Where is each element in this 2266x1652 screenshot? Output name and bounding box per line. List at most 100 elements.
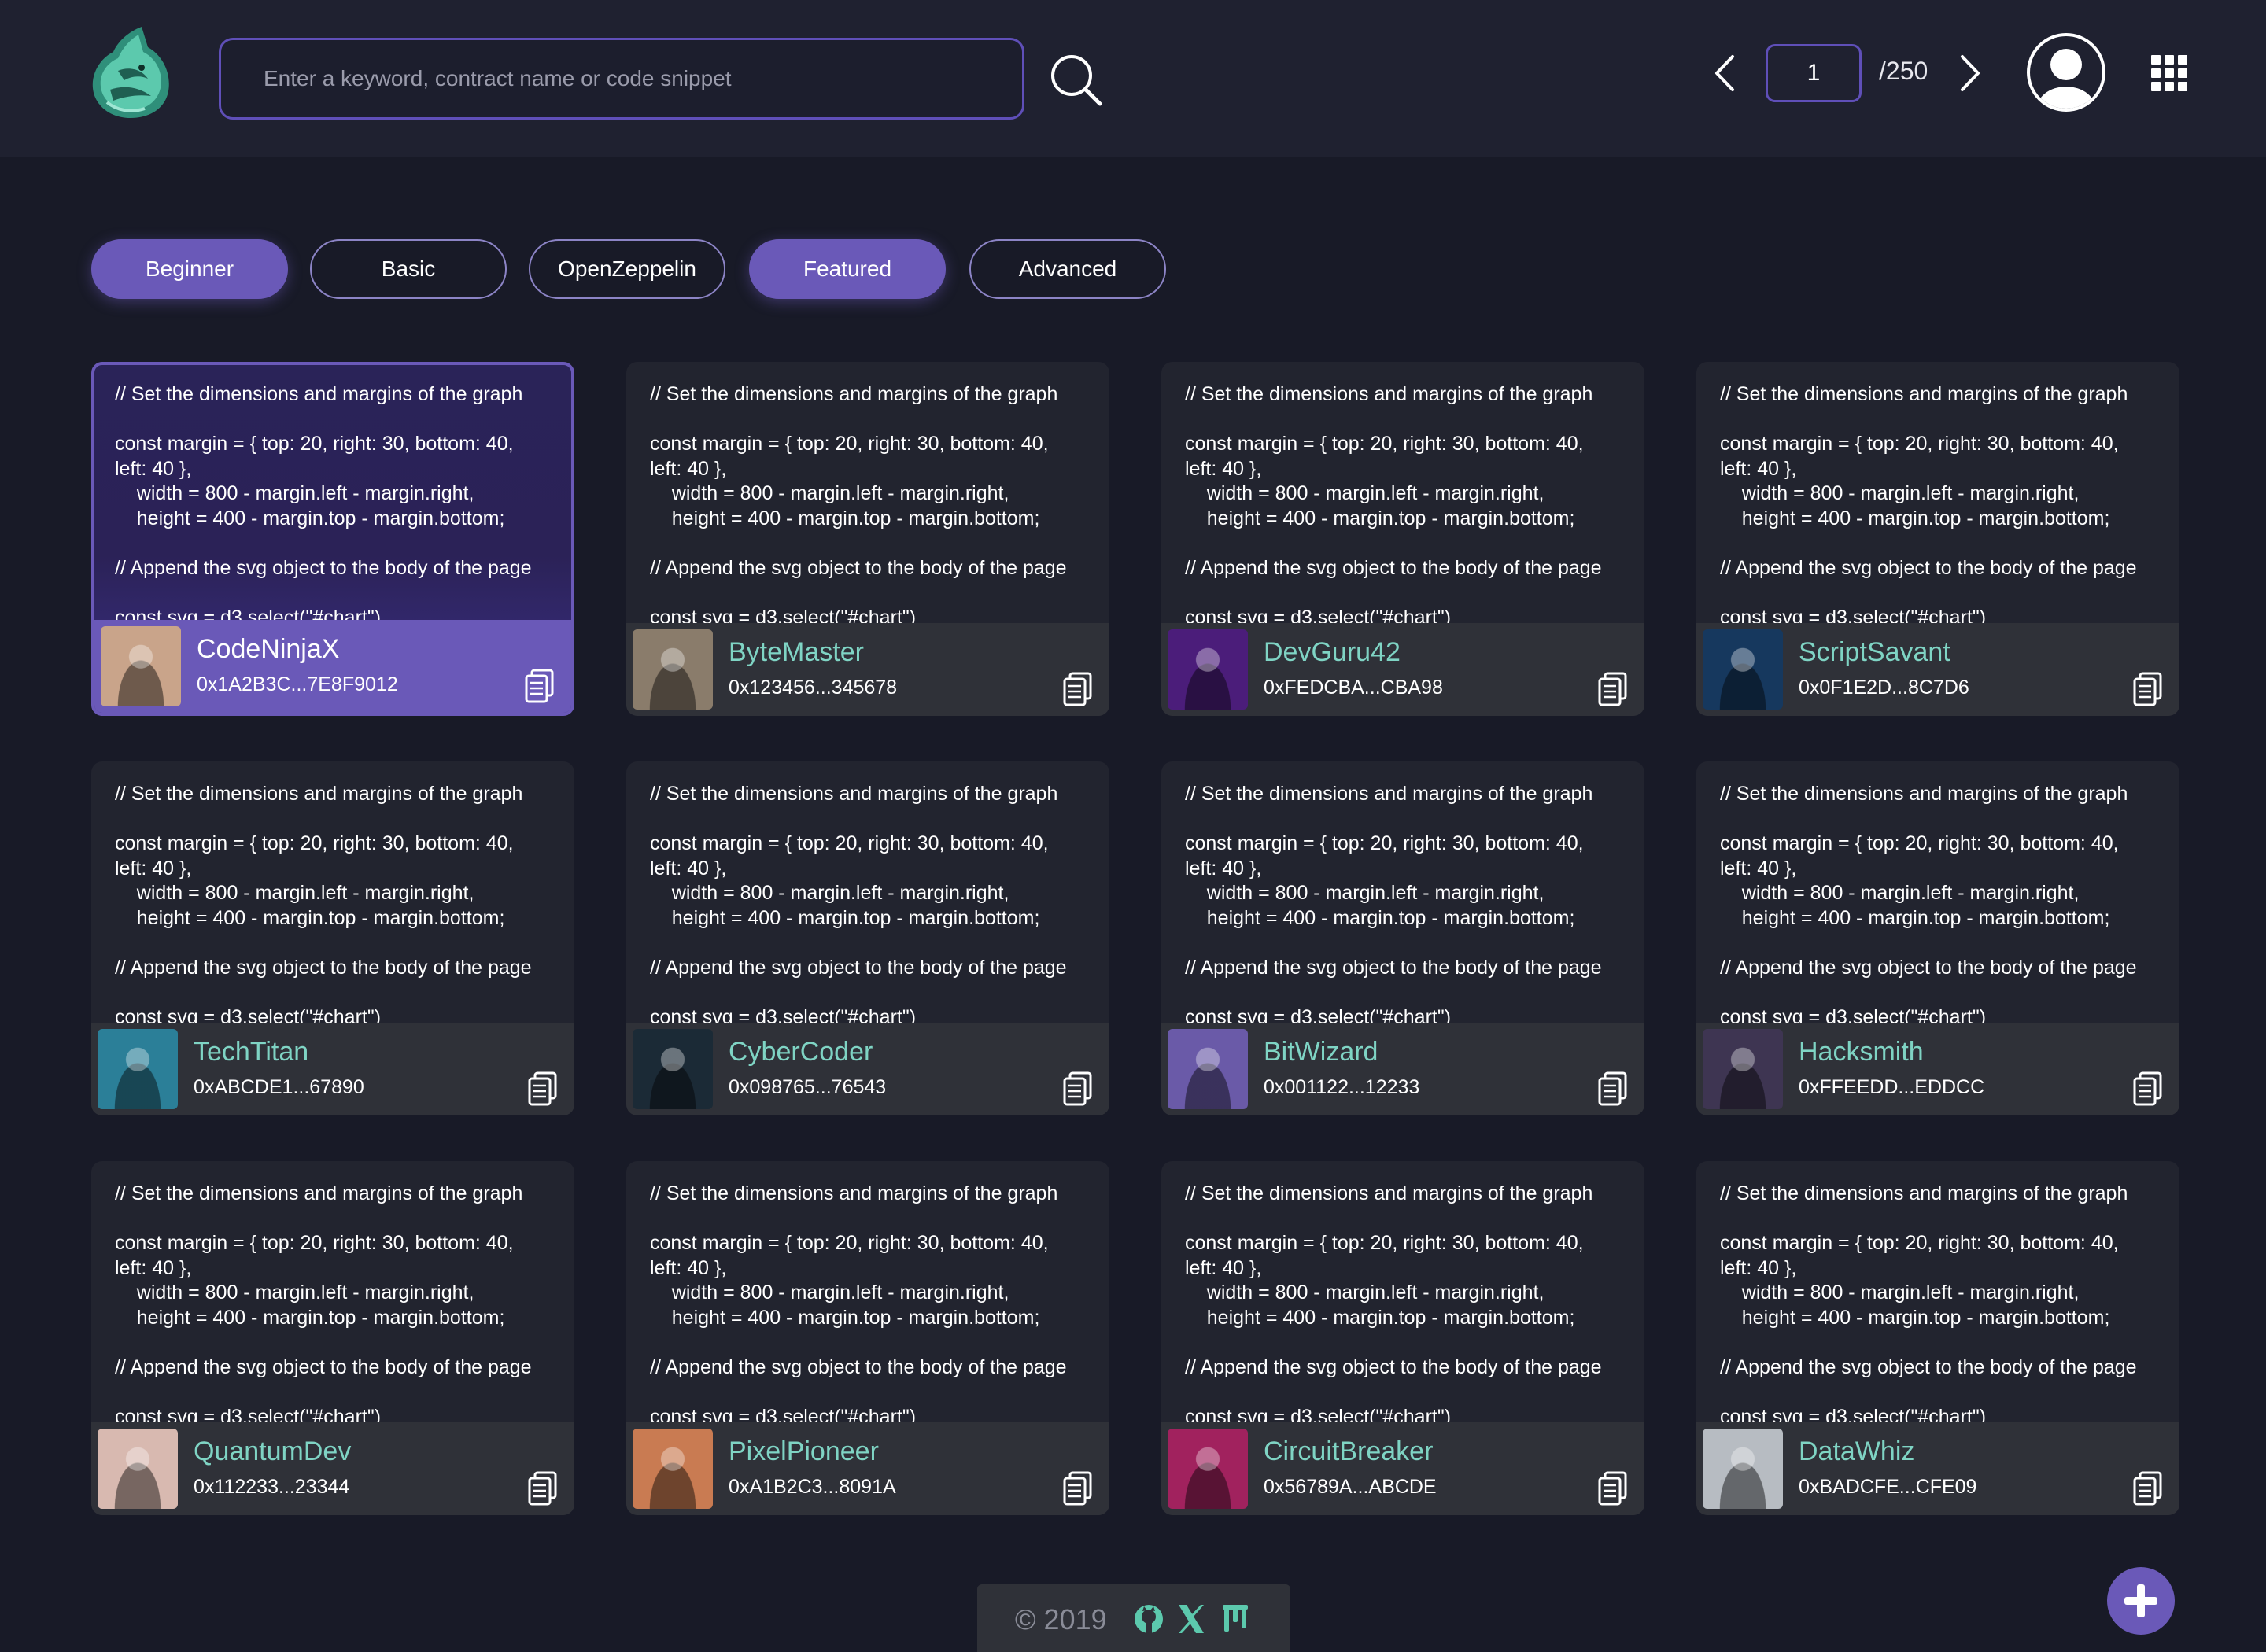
- wallet-address: 0x1A2B3C...7E8F9012: [197, 673, 398, 695]
- code-snippet: // Set the dimensions and margins of the…: [1720, 383, 2137, 629]
- author-bar: CyberCoder 0x098765...76543: [626, 1023, 1109, 1115]
- snippet-card[interactable]: // Set the dimensions and margins of the…: [1696, 362, 2179, 716]
- copy-icon[interactable]: [2132, 672, 2164, 706]
- author-bar: PixelPioneer 0xA1B2C3...8091A: [626, 1422, 1109, 1515]
- author-name[interactable]: CodeNinjaX: [197, 634, 339, 665]
- snippet-card[interactable]: // Set the dimensions and margins of the…: [91, 362, 574, 716]
- snippet-card[interactable]: // Set the dimensions and margins of the…: [1696, 1161, 2179, 1515]
- author-avatar[interactable]: [1703, 1429, 1783, 1509]
- author-bar: TechTitan 0xABCDE1...67890: [91, 1023, 574, 1115]
- author-avatar[interactable]: [98, 1029, 178, 1109]
- author-avatar[interactable]: [633, 629, 713, 710]
- code-snippet: // Set the dimensions and margins of the…: [650, 783, 1067, 1028]
- author-name[interactable]: DataWhiz: [1799, 1436, 1914, 1467]
- tab-advanced[interactable]: Advanced: [969, 239, 1166, 299]
- wallet-address: 0xBADCFE...CFE09: [1799, 1476, 1977, 1498]
- wallet-address: 0x123456...345678: [729, 677, 898, 699]
- author-avatar[interactable]: [1168, 1429, 1248, 1509]
- copyright-text: © 2019: [1015, 1603, 1107, 1635]
- author-name[interactable]: BitWizard: [1264, 1037, 1378, 1068]
- author-avatar[interactable]: [1703, 1029, 1783, 1109]
- author-bar: ScriptSavant 0x0F1E2D...8C7D6: [1696, 623, 2179, 716]
- author-bar: ByteMaster 0x123456...345678: [626, 623, 1109, 716]
- copy-icon[interactable]: [2132, 1471, 2164, 1506]
- author-bar: CodeNinjaX 0x1A2B3C...7E8F9012: [94, 620, 571, 713]
- footer: © 2019: [977, 1584, 1290, 1652]
- snippet-card[interactable]: // Set the dimensions and margins of the…: [626, 1161, 1109, 1515]
- author-bar: QuantumDev 0x112233...23344: [91, 1422, 574, 1515]
- author-name[interactable]: Hacksmith: [1799, 1037, 1924, 1068]
- copy-icon[interactable]: [2132, 1071, 2164, 1106]
- author-bar: CircuitBreaker 0x56789A...ABCDE: [1161, 1422, 1644, 1515]
- author-name[interactable]: DevGuru42: [1264, 637, 1401, 668]
- wallet-address: 0x001122...12233: [1264, 1076, 1420, 1098]
- author-avatar[interactable]: [1703, 629, 1783, 710]
- author-name[interactable]: TechTitan: [194, 1037, 308, 1068]
- author-avatar[interactable]: [1168, 629, 1248, 710]
- snippet-card[interactable]: // Set the dimensions and margins of the…: [1161, 1161, 1644, 1515]
- previous-page-icon[interactable]: [1709, 53, 1740, 93]
- snippet-card[interactable]: // Set the dimensions and margins of the…: [1696, 761, 2179, 1115]
- copy-icon[interactable]: [1597, 1471, 1629, 1506]
- copy-icon[interactable]: [1062, 672, 1094, 706]
- snippet-card[interactable]: // Set the dimensions and margins of the…: [91, 1161, 574, 1515]
- author-bar: BitWizard 0x001122...12233: [1161, 1023, 1644, 1115]
- snippet-card[interactable]: // Set the dimensions and margins of the…: [626, 362, 1109, 716]
- warpcast-icon[interactable]: [1218, 1602, 1253, 1636]
- code-snippet: // Set the dimensions and margins of the…: [650, 1182, 1067, 1428]
- code-snippet: // Set the dimensions and margins of the…: [1185, 783, 1602, 1028]
- copy-icon[interactable]: [527, 1471, 559, 1506]
- author-avatar[interactable]: [633, 1429, 713, 1509]
- wallet-address: 0xABCDE1...67890: [194, 1076, 364, 1098]
- github-icon[interactable]: [1131, 1602, 1166, 1636]
- author-avatar[interactable]: [1168, 1029, 1248, 1109]
- tab-beginner[interactable]: Beginner: [91, 239, 288, 299]
- copy-icon[interactable]: [527, 1071, 559, 1106]
- tab-basic[interactable]: Basic: [310, 239, 507, 299]
- snippet-card[interactable]: // Set the dimensions and margins of the…: [91, 761, 574, 1115]
- code-snippet: // Set the dimensions and margins of the…: [115, 1182, 532, 1428]
- author-name[interactable]: QuantumDev: [194, 1436, 351, 1467]
- author-name[interactable]: CyberCoder: [729, 1037, 873, 1068]
- copy-icon[interactable]: [1597, 672, 1629, 706]
- add-snippet-button[interactable]: [2107, 1567, 2175, 1635]
- search-box[interactable]: [219, 38, 1024, 120]
- author-name[interactable]: PixelPioneer: [729, 1436, 879, 1467]
- copy-icon[interactable]: [1062, 1071, 1094, 1106]
- wallet-address: 0x098765...76543: [729, 1076, 887, 1098]
- author-avatar[interactable]: [101, 626, 181, 706]
- snippet-card[interactable]: // Set the dimensions and margins of the…: [626, 761, 1109, 1115]
- apps-grid-icon[interactable]: [2151, 55, 2187, 91]
- unicorn-logo-icon[interactable]: [87, 24, 175, 120]
- page-number-input[interactable]: [1766, 44, 1862, 102]
- snippet-card[interactable]: // Set the dimensions and margins of the…: [1161, 761, 1644, 1115]
- code-snippet: // Set the dimensions and margins of the…: [650, 383, 1067, 629]
- search-input[interactable]: [264, 40, 1022, 117]
- copy-icon[interactable]: [524, 669, 555, 703]
- author-name[interactable]: ScriptSavant: [1799, 637, 1950, 668]
- tab-openzeppelin[interactable]: OpenZeppelin: [529, 239, 725, 299]
- snippet-card[interactable]: // Set the dimensions and margins of the…: [1161, 362, 1644, 716]
- author-name[interactable]: CircuitBreaker: [1264, 1436, 1433, 1467]
- author-name[interactable]: ByteMaster: [729, 637, 864, 668]
- code-snippet: // Set the dimensions and margins of the…: [1720, 783, 2137, 1028]
- x-twitter-icon[interactable]: [1174, 1602, 1209, 1636]
- user-account-icon[interactable]: [2025, 31, 2107, 113]
- copy-icon[interactable]: [1597, 1071, 1629, 1106]
- next-page-icon[interactable]: [1954, 53, 1986, 93]
- copy-icon[interactable]: [1062, 1471, 1094, 1506]
- tab-featured[interactable]: Featured: [749, 239, 946, 299]
- wallet-address: 0x112233...23344: [194, 1476, 350, 1498]
- search-icon[interactable]: [1046, 50, 1105, 109]
- top-bar: /250: [0, 0, 2266, 157]
- plus-icon: [2124, 1584, 2157, 1617]
- code-snippet: // Set the dimensions and margins of the…: [1185, 383, 1602, 629]
- wallet-address: 0xFFEEDD...EDDCC: [1799, 1076, 1985, 1098]
- author-bar: DataWhiz 0xBADCFE...CFE09: [1696, 1422, 2179, 1515]
- wallet-address: 0xFEDCBA...CBA98: [1264, 677, 1443, 699]
- author-avatar[interactable]: [633, 1029, 713, 1109]
- wallet-address: 0xA1B2C3...8091A: [729, 1476, 896, 1498]
- wallet-address: 0x0F1E2D...8C7D6: [1799, 677, 1969, 699]
- code-snippet: // Set the dimensions and margins of the…: [1185, 1182, 1602, 1428]
- author-avatar[interactable]: [98, 1429, 178, 1509]
